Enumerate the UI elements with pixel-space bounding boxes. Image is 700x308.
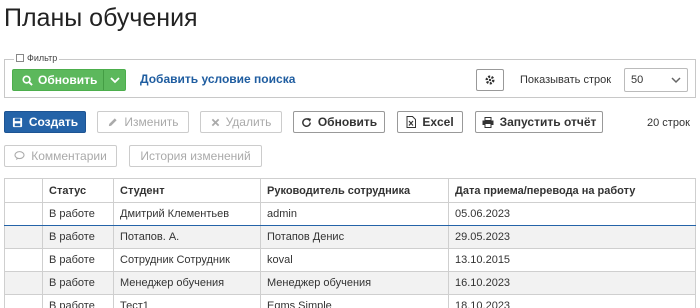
chevron-down-icon bbox=[109, 76, 120, 83]
table-row[interactable]: В работе Тест1 Eqms Simple 18.10.2023 bbox=[4, 294, 696, 308]
table-cell: 13.10.2015 bbox=[448, 248, 696, 272]
column-header-status[interactable]: Статус bbox=[42, 178, 114, 203]
table-cell: 29.05.2023 bbox=[448, 225, 696, 249]
save-icon bbox=[12, 117, 22, 127]
refresh-button-label: Обновить bbox=[317, 115, 378, 129]
search-icon bbox=[22, 74, 33, 86]
filter-legend[interactable]: Фильтр bbox=[14, 53, 60, 63]
table-cell: Менеджер обучения bbox=[260, 271, 449, 295]
column-header-selector[interactable] bbox=[4, 178, 43, 203]
settings-button[interactable] bbox=[476, 69, 504, 91]
excel-export-label: Excel bbox=[422, 115, 454, 129]
edit-button-label: Изменить bbox=[124, 115, 179, 129]
table-cell bbox=[4, 294, 43, 308]
table-cell: 16.10.2023 bbox=[448, 271, 696, 295]
column-header-hire-date[interactable]: Дата приема/перевода на работу bbox=[448, 178, 696, 203]
add-search-condition-link[interactable]: Добавить условие поиска bbox=[140, 72, 295, 86]
rows-per-page-label: Показывать строк bbox=[520, 74, 612, 86]
table-cell: 05.06.2023 bbox=[448, 202, 696, 226]
table-cell: Eqms Simple bbox=[260, 294, 449, 308]
table-cell: Менеджер обучения bbox=[113, 271, 261, 295]
printer-icon bbox=[482, 116, 494, 128]
refresh-icon bbox=[301, 117, 311, 127]
pencil-icon bbox=[109, 117, 118, 126]
training-plans-table: Статус Студент Руководитель сотрудника Д… bbox=[4, 178, 696, 308]
table-cell bbox=[4, 248, 43, 272]
table-cell bbox=[4, 202, 43, 226]
table-cell: Потапов Денис bbox=[260, 225, 449, 249]
column-header-student[interactable]: Студент bbox=[113, 178, 261, 203]
table-cell: 18.10.2023 bbox=[448, 294, 696, 308]
table-row[interactable]: В работе Менеджер обучения Менеджер обуч… bbox=[4, 271, 696, 295]
filter-legend-label: Фильтр bbox=[27, 53, 58, 63]
table-cell: В работе bbox=[42, 294, 114, 308]
create-button-label: Создать bbox=[28, 115, 79, 129]
chevron-down-icon bbox=[671, 76, 681, 83]
table-row[interactable]: В работе Дмитрий Клементьев admin 05.06.… bbox=[4, 202, 696, 226]
table-cell: Потапов. А. bbox=[113, 225, 261, 249]
table-cell: Сотрудник Сотрудник bbox=[113, 248, 261, 272]
filter-refresh-split-button[interactable]: Обновить bbox=[12, 69, 126, 91]
change-history-label: История изменений bbox=[140, 149, 251, 163]
filter-refresh-label: Обновить bbox=[38, 73, 98, 87]
table-cell: admin bbox=[260, 202, 449, 226]
filter-refresh-dropdown-toggle[interactable] bbox=[103, 70, 125, 90]
table-cell: В работе bbox=[42, 202, 114, 226]
change-history-button[interactable]: История изменений bbox=[129, 145, 262, 167]
row-count: 20 строк bbox=[647, 117, 690, 129]
table-cell: Дмитрий Клементьев bbox=[113, 202, 261, 226]
excel-file-icon bbox=[406, 116, 417, 128]
excel-export-button[interactable]: Excel bbox=[397, 111, 463, 133]
table-row[interactable]: В работе Потапов. А. Потапов Денис 29.05… bbox=[4, 225, 696, 249]
create-button[interactable]: Создать bbox=[4, 111, 86, 133]
run-report-label: Запустить отчёт bbox=[499, 115, 597, 129]
table-cell: В работе bbox=[42, 248, 114, 272]
page-title: Планы обучения bbox=[4, 4, 198, 32]
gear-icon bbox=[485, 75, 495, 85]
edit-button[interactable]: Изменить bbox=[97, 111, 189, 133]
delete-button[interactable]: Удалить bbox=[200, 111, 282, 133]
refresh-button[interactable]: Обновить bbox=[293, 111, 385, 133]
rows-per-page-value: 50 bbox=[631, 74, 644, 86]
table-cell bbox=[4, 225, 43, 249]
column-header-manager[interactable]: Руководитель сотрудника bbox=[260, 178, 449, 203]
delete-button-label: Удалить bbox=[225, 115, 272, 129]
table-header-row: Статус Студент Руководитель сотрудника Д… bbox=[4, 178, 696, 203]
table-cell: В работе bbox=[42, 271, 114, 295]
comments-button-label: Комментарии bbox=[31, 149, 107, 163]
table-cell: В работе bbox=[42, 225, 114, 249]
table-row[interactable]: В работе Сотрудник Сотрудник koval 13.10… bbox=[4, 248, 696, 272]
table-cell: koval bbox=[260, 248, 449, 272]
table-cell: Тест1 bbox=[113, 294, 261, 308]
close-icon bbox=[211, 118, 219, 126]
comments-button[interactable]: Комментарии bbox=[4, 145, 117, 167]
filter-collapse-checkbox[interactable] bbox=[16, 54, 24, 62]
run-report-button[interactable]: Запустить отчёт bbox=[475, 111, 603, 133]
rows-per-page-select[interactable]: 50 bbox=[624, 68, 688, 92]
table-cell bbox=[4, 271, 43, 295]
filter-refresh-button[interactable]: Обновить bbox=[13, 70, 103, 90]
comment-icon bbox=[14, 151, 25, 161]
